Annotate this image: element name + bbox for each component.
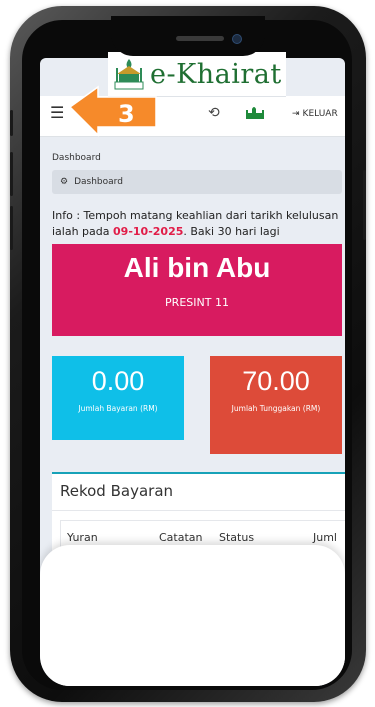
volume-down-button — [10, 206, 13, 250]
total-arrears-card[interactable]: 70.00 Jumlah Tunggakan (RM) — [210, 356, 342, 454]
tutorial-step-number: 3 — [118, 100, 135, 128]
page-title: Dashboard — [52, 153, 101, 163]
sign-out-icon: ⇥ — [292, 109, 300, 119]
column-header[interactable]: Yuran — [67, 531, 98, 544]
breadcrumb-item: Dashboard — [74, 177, 123, 187]
tutorial-arrow-icon — [68, 85, 157, 137]
speaker-grille — [176, 36, 224, 41]
total-arrears-value: 70.00 — [242, 366, 310, 396]
member-card: Ali bin Abu PRESINT 11 — [52, 244, 342, 336]
app-screen: ☰ ⟲ ⇥ KELUAR Dashboard ⚙ Dashboard Info … — [40, 58, 345, 686]
total-paid-value: 0.00 — [91, 366, 145, 396]
breadcrumb[interactable]: ⚙ Dashboard — [52, 170, 342, 194]
member-zone: PRESINT 11 — [165, 296, 229, 309]
logout-button[interactable]: ⇥ KELUAR — [292, 109, 338, 119]
membership-info: Info : Tempoh matang keahlian dari tarik… — [52, 208, 344, 240]
total-paid-card[interactable]: 0.00 Jumlah Bayaran (RM) — [52, 356, 184, 440]
column-header[interactable]: Status — [219, 531, 254, 544]
logo-text: e-Khairat — [150, 58, 282, 90]
front-camera — [232, 34, 242, 44]
column-header[interactable]: Juml — [313, 531, 337, 544]
info-suffix: . Baki 30 hari lagi — [183, 225, 280, 238]
total-paid-label: Jumlah Bayaran (RM) — [78, 404, 158, 413]
member-name: Ali bin Abu — [123, 252, 271, 283]
history-icon[interactable]: ⟲ — [208, 105, 220, 121]
mosque-icon[interactable] — [245, 105, 265, 127]
bottom-sheet — [40, 545, 345, 686]
payment-records-title: Rekod Bayaran — [60, 482, 174, 500]
divider — [52, 510, 345, 511]
power-button — [363, 170, 366, 240]
column-header[interactable]: Catatan — [159, 531, 203, 544]
hamburger-icon[interactable]: ☰ — [50, 105, 64, 121]
total-arrears-label: Jumlah Tunggakan (RM) — [231, 404, 321, 413]
maturity-date: 09-10-2025 — [113, 225, 184, 238]
dashboard-icon: ⚙ — [60, 177, 69, 187]
volume-up-button — [10, 152, 13, 196]
logout-label: KELUAR — [302, 109, 338, 119]
mute-switch — [10, 110, 13, 136]
